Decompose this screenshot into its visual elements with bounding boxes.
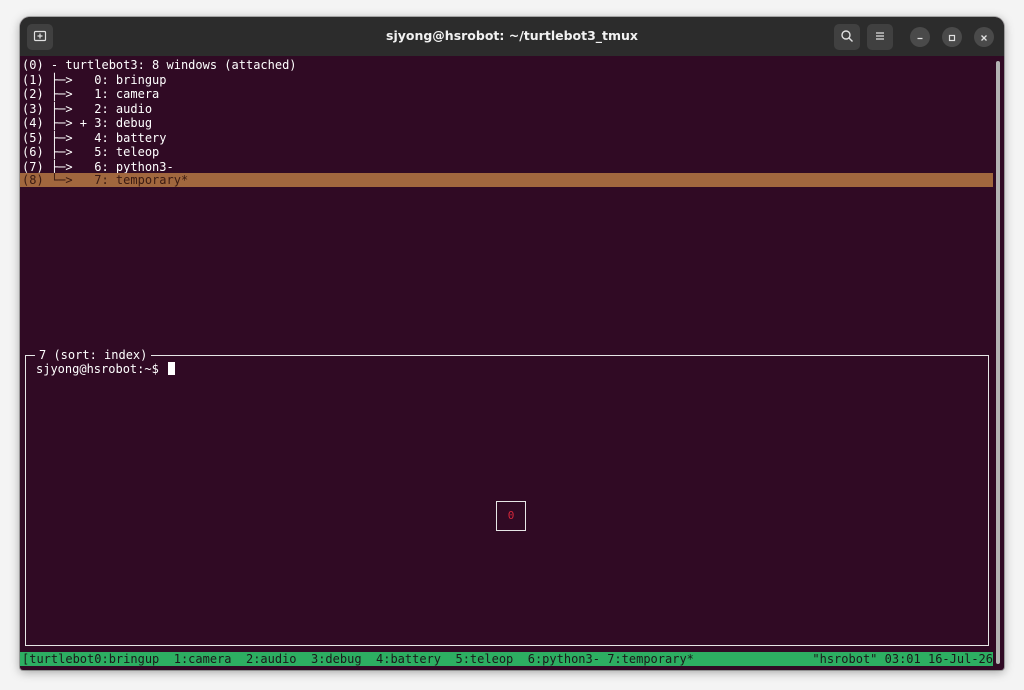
minimize-icon bbox=[915, 28, 925, 47]
session-line[interactable]: (0) - turtlebot3: 8 windows (attached) bbox=[22, 58, 297, 72]
hamburger-menu-icon bbox=[873, 28, 887, 47]
maximize-button[interactable] bbox=[942, 27, 962, 47]
maximize-icon bbox=[947, 28, 957, 47]
window-tree-item[interactable]: (7) ├─> 6: python3- bbox=[22, 160, 174, 174]
scrollbar[interactable] bbox=[996, 61, 1000, 664]
search-icon bbox=[840, 28, 854, 47]
window-tree-item-selected[interactable]: (8) └─> 7: temporary* bbox=[22, 173, 188, 187]
close-icon bbox=[979, 28, 989, 47]
close-button[interactable] bbox=[974, 27, 994, 47]
pane-number-indicator: 0 bbox=[496, 501, 526, 531]
window-tree-item[interactable]: (4) ├─> + 3: debug bbox=[22, 116, 152, 130]
window-tree-item[interactable]: (1) ├─> 0: bringup bbox=[22, 73, 167, 87]
status-window-list[interactable]: [turtlebot0:bringup 1:camera 2:audio 3:d… bbox=[22, 652, 694, 666]
preview-pane[interactable]: 7 (sort: index) sjyong@hsrobot:~$ 0 bbox=[25, 348, 989, 646]
terminal-content[interactable]: (0) - turtlebot3: 8 windows (attached) (… bbox=[20, 56, 1004, 670]
minimize-button[interactable] bbox=[910, 27, 930, 47]
terminal-window: sjyong@hsrobot: ~/turtlebot3_tmux (0) - … bbox=[20, 17, 1004, 670]
window-tree-item[interactable]: (3) ├─> 2: audio bbox=[22, 102, 152, 116]
window-tree-item[interactable]: (2) ├─> 1: camera bbox=[22, 87, 159, 101]
window-tree-item[interactable]: (5) ├─> 4: battery bbox=[22, 131, 167, 145]
text-cursor bbox=[168, 362, 176, 375]
preview-pane-label: 7 (sort: index) bbox=[35, 348, 152, 362]
search-button[interactable] bbox=[834, 24, 860, 50]
menu-button[interactable] bbox=[867, 24, 893, 50]
title-bar[interactable]: sjyong@hsrobot: ~/turtlebot3_tmux bbox=[20, 17, 1004, 56]
status-host-time: "hsrobot" 03:01 16-Jul-26 bbox=[812, 652, 993, 666]
window-tree-item[interactable]: (6) ├─> 5: teleop bbox=[22, 145, 159, 159]
tmux-status-bar: [turtlebot0:bringup 1:camera 2:audio 3:d… bbox=[20, 652, 993, 666]
shell-prompt[interactable]: sjyong@hsrobot:~$ bbox=[36, 362, 176, 376]
prompt-text: sjyong@hsrobot:~$ bbox=[36, 362, 167, 376]
